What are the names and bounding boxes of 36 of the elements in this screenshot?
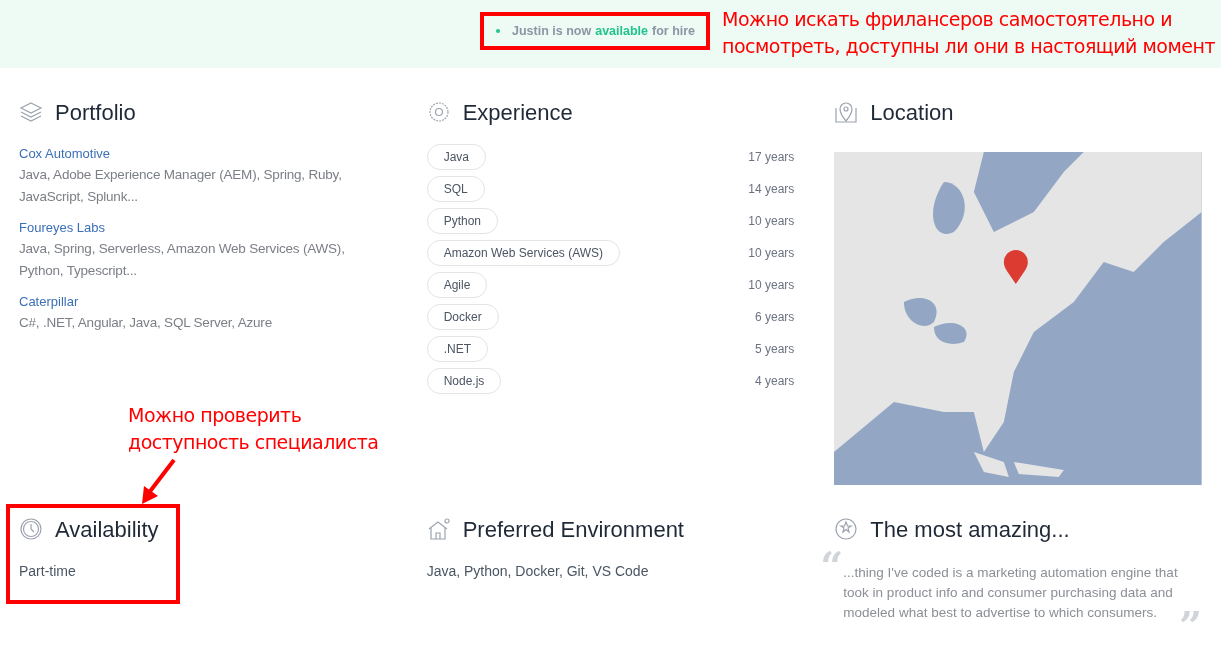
star-badge-icon: [834, 517, 859, 541]
company-link[interactable]: Foureyes Labs: [19, 218, 387, 238]
quote-mark: ”: [1178, 611, 1202, 641]
status-label: for hire: [652, 23, 696, 40]
years-text: 5 years: [754, 341, 795, 358]
skills-text: C#, .NET, Angular, Java, SQL Server, Azure: [19, 314, 273, 332]
years-text: 14 years: [748, 181, 795, 198]
status-highlight: available: [595, 23, 648, 40]
environment-text: Java, Python, Docker, Git, VS Code: [426, 562, 650, 581]
section-title: Preferred Environment: [462, 515, 684, 544]
map-pin-icon: [834, 100, 859, 124]
availability-text: Part-time: [19, 562, 77, 581]
section-title: Experience: [462, 98, 573, 127]
layers-icon: [19, 100, 43, 124]
company-link[interactable]: Cox Automotive: [19, 144, 387, 164]
section-title: Portfolio: [55, 98, 136, 127]
years-text: 10 years: [748, 213, 795, 230]
years-text: 17 years: [748, 149, 795, 166]
gear-icon: [426, 100, 451, 124]
annotation-text: Можно искать фрилансеров самостоятельно и посмотреть, доступны ли они в настоящий момент: [722, 7, 1216, 59]
clock-icon: [19, 517, 43, 541]
quote-mark: “: [820, 551, 844, 589]
company-link[interactable]: Caterpillar: [19, 292, 387, 312]
years-text: 10 years: [748, 245, 795, 262]
years-text: 6 years: [754, 309, 795, 326]
annotation-text: Можно проверить доступность специалиста: [128, 403, 380, 455]
quote-text: ...thing I've coded is a marketing automation engine that took in product info and consumer purchasing data and modeled what best to advertise to which consumers.: [843, 564, 1179, 622]
section-title: Availability: [55, 515, 159, 544]
skills-text: Java, Adobe Experience Manager (AEM), Spring, Ruby, JavaScript, Splunk...: [19, 166, 343, 206]
skills-text: Java, Spring, Serverless, Amazon Web Services (AWS), Python, Typescript...: [19, 240, 346, 280]
section-title: Location: [870, 98, 954, 127]
house-icon: [426, 517, 451, 541]
section-title: The most amazing...: [870, 515, 1070, 544]
years-text: 4 years: [754, 373, 795, 390]
years-text: 10 years: [748, 277, 795, 294]
status-label: Justin is now: [512, 23, 592, 40]
